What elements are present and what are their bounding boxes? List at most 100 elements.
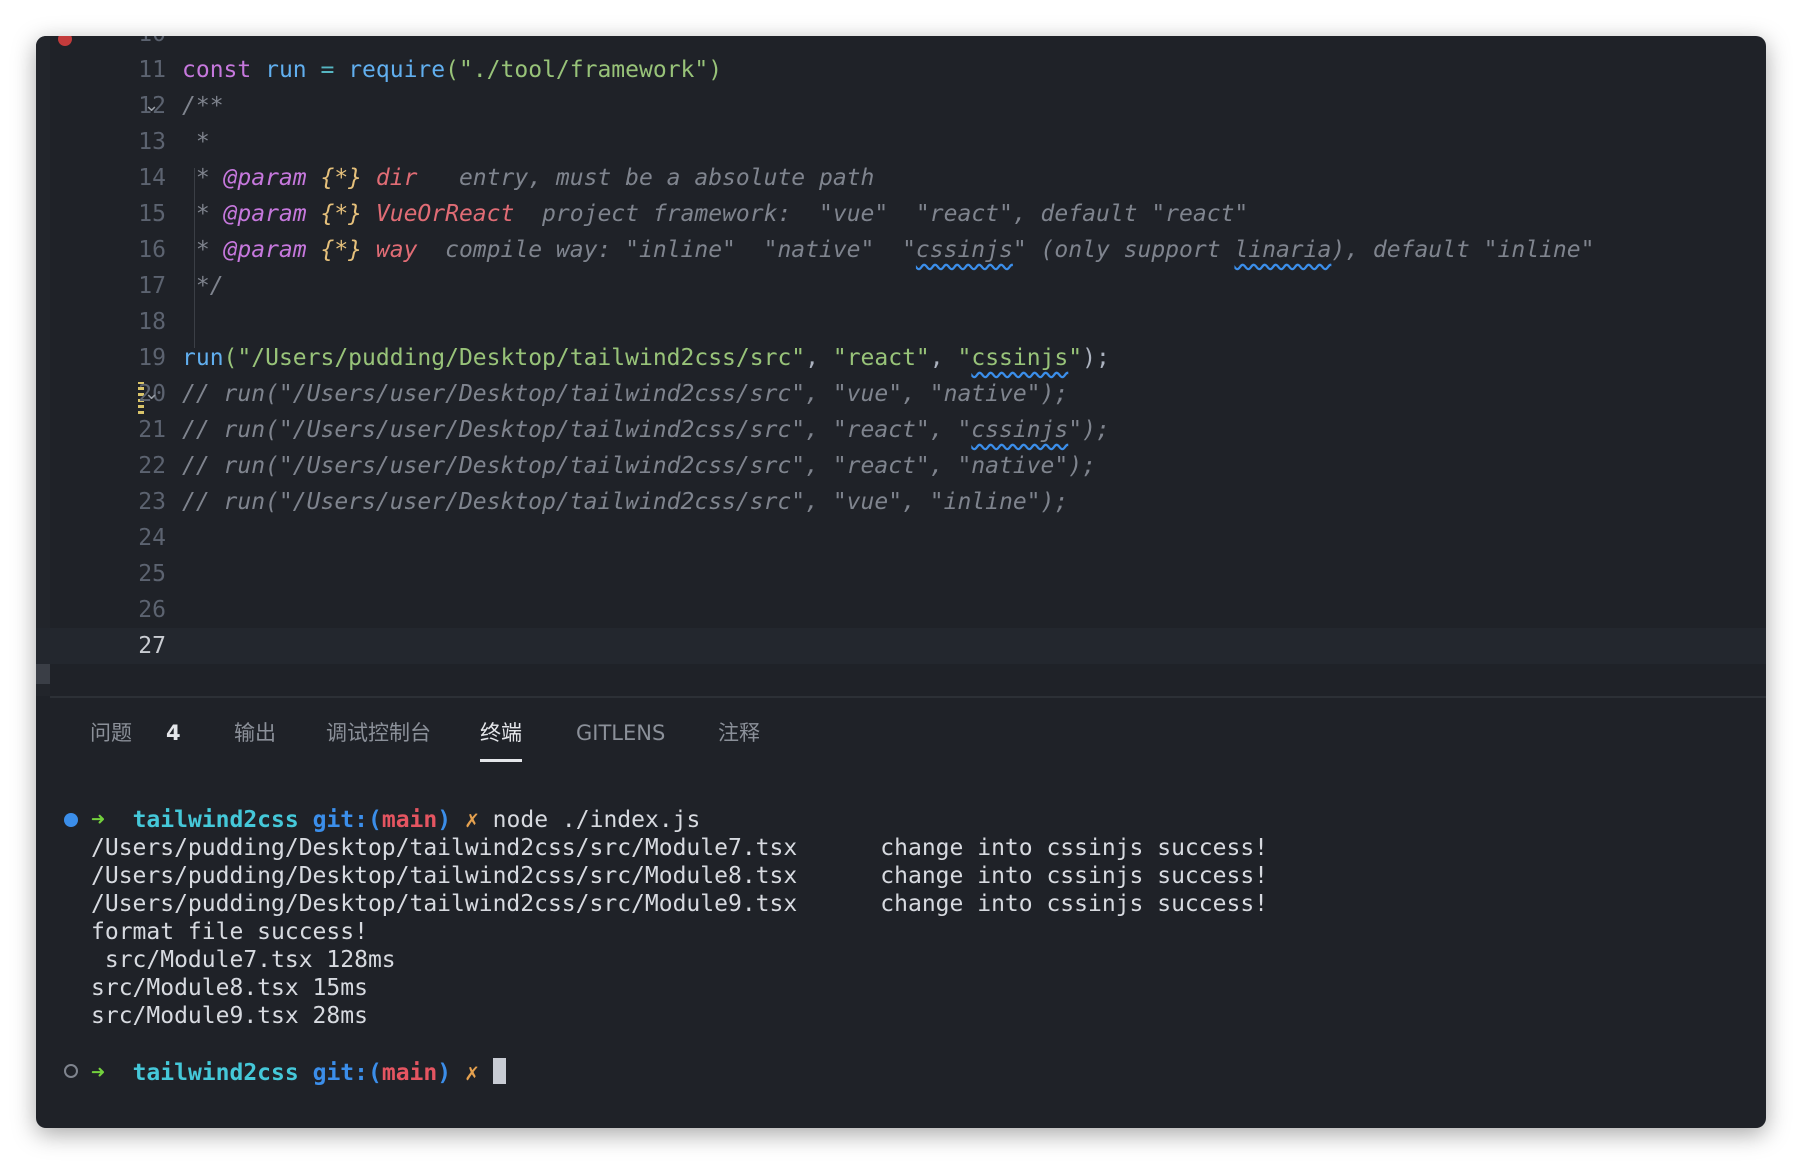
line-number: 25	[138, 561, 166, 587]
code-line[interactable]: 14 * @param {*} dir entry, must be a abs…	[36, 160, 1766, 196]
code-token: "	[1068, 345, 1083, 371]
code-token: compile way: "inline" "native" "	[417, 237, 916, 263]
line-number: 14	[138, 165, 166, 191]
terminal-output-line: src/Module9.tsx 28ms	[91, 1003, 368, 1029]
fold-chevron-icon[interactable]: ⌄	[144, 384, 159, 404]
code-token: way	[362, 237, 418, 263]
code-token: // run("/Users/user/Desktop/tailwind2css…	[182, 453, 1096, 479]
code-token: */	[182, 273, 224, 299]
code-token: project framework: "vue" "react", defaul…	[514, 201, 1249, 227]
code-token: require	[348, 57, 446, 83]
code-token: // run("/Users/user/Desktop/tailwind2css…	[182, 381, 1069, 407]
terminal-current-prompt[interactable]: ➜ tailwind2css git:(main) ✗	[91, 1058, 506, 1087]
line-number: 15	[138, 201, 166, 227]
tab-terminal[interactable]: 终端	[480, 698, 522, 768]
editor-area[interactable]: 1011const run = require("./tool/framewor…	[36, 36, 1766, 696]
line-number: 16	[138, 237, 166, 263]
code-text: run("/Users/pudding/Desktop/tailwind2css…	[182, 340, 1110, 376]
code-token: @param	[223, 201, 307, 227]
line-number: 23	[138, 489, 166, 515]
code-text: * @param {*} dir entry, must be a absolu…	[182, 160, 875, 196]
code-line[interactable]: 19 run("/Users/pudding/Desktop/tailwind2c…	[36, 340, 1766, 376]
code-line[interactable]: 12 ⌄/**	[36, 88, 1766, 124]
code-token: @param	[223, 165, 307, 191]
code-line[interactable]: 23 // run("/Users/user/Desktop/tailwind2c…	[36, 484, 1766, 520]
terminal-command: node ./index.js	[492, 807, 701, 833]
prompt-dir: tailwind2css	[132, 1060, 299, 1086]
code-token: cssinjs	[971, 417, 1069, 443]
line-number: 22	[138, 453, 166, 479]
terminal-prompt-line: ➜ tailwind2css git:(main) ✗ node ./index…	[91, 806, 700, 834]
code-token: cssinjs	[971, 345, 1069, 371]
code-token: ");	[1068, 417, 1110, 443]
tab-problems-label: 问题	[90, 721, 132, 745]
code-token: /**	[182, 93, 224, 119]
code-line[interactable]: 27	[36, 628, 1766, 664]
prompt-dirty-icon: ✗	[464, 1060, 479, 1086]
code-text: // run("/Users/user/Desktop/tailwind2css…	[182, 484, 1068, 520]
prompt-branch: main	[381, 1060, 438, 1086]
panel-tabs: 问题 4 输出 调试控制台 终端 GITLENS 注释	[36, 698, 1766, 768]
prompt-git-suffix: )	[437, 1060, 452, 1086]
code-token: (	[223, 345, 238, 371]
prompt-dir: tailwind2css	[132, 807, 299, 833]
line-number: 13	[138, 129, 166, 155]
code-token: )	[708, 57, 723, 83]
line-number: 27	[138, 633, 166, 659]
line-number: 10	[86, 36, 166, 52]
code-line[interactable]: 20 ⌄// run("/Users/user/Desktop/tailwind2…	[36, 376, 1766, 412]
code-token: run	[182, 345, 224, 371]
code-line[interactable]: 26	[36, 592, 1766, 628]
code-line[interactable]: 17 */	[36, 268, 1766, 304]
code-token: VueOrReact	[362, 201, 515, 227]
tab-problems[interactable]: 问题	[90, 698, 132, 768]
prompt-branch: main	[381, 807, 438, 833]
tab-output[interactable]: 输出	[234, 698, 276, 768]
prompt-arrow-icon: ➜	[91, 807, 105, 833]
code-token: // run("/Users/user/Desktop/tailwind2css…	[182, 417, 972, 443]
code-line[interactable]: 25	[36, 556, 1766, 592]
line-number: 17	[138, 273, 166, 299]
prompt-git-suffix: )	[437, 807, 452, 833]
code-line[interactable]: 24	[36, 520, 1766, 556]
code-token: cssinjs	[915, 237, 1013, 263]
code-text: // run("/Users/user/Desktop/tailwind2css…	[182, 448, 1096, 484]
code-line[interactable]: 21 // run("/Users/user/Desktop/tailwind2c…	[36, 412, 1766, 448]
tab-gitlens[interactable]: GITLENS	[576, 698, 665, 768]
code-line[interactable]: 18	[36, 304, 1766, 340]
code-line[interactable]: 22 // run("/Users/user/Desktop/tailwind2c…	[36, 448, 1766, 484]
code-token: " (only support	[1012, 237, 1235, 263]
active-tab-underline	[480, 759, 522, 762]
line-number: 24	[138, 525, 166, 551]
tab-comments[interactable]: 注释	[718, 698, 760, 768]
code-text: // run("/Users/user/Desktop/tailwind2css…	[182, 412, 1110, 448]
code-line[interactable]: 13 *	[36, 124, 1766, 160]
tab-debug-console-label: 调试控制台	[326, 721, 431, 745]
code-token: @param	[223, 237, 307, 263]
code-line[interactable]: 16 * @param {*} way compile way: "inline…	[36, 232, 1766, 268]
tab-terminal-label: 终端	[480, 721, 522, 745]
line-number: 19	[138, 345, 166, 371]
code-editor-window: 1011const run = require("./tool/framewor…	[36, 36, 1766, 1128]
line-number: 21	[138, 417, 166, 443]
code-token: *	[182, 201, 224, 227]
code-token: "	[957, 345, 972, 371]
terminal-output-line: /Users/pudding/Desktop/tailwind2css/src/…	[91, 863, 1269, 889]
code-token: ,	[805, 345, 833, 371]
tab-debug-console[interactable]: 调试控制台	[326, 698, 431, 768]
code-token: *	[182, 165, 224, 191]
terminal[interactable]: ➜ tailwind2css git:(main) ✗ node ./index…	[36, 776, 1766, 1128]
code-text: * @param {*} VueOrReact project framewor…	[182, 196, 1248, 232]
code-line[interactable]: 10	[36, 36, 1766, 52]
code-text: */	[182, 268, 224, 304]
terminal-output-line: format file success!	[91, 919, 368, 945]
terminal-output-line: /Users/pudding/Desktop/tailwind2css/src/…	[91, 835, 1269, 861]
prompt-git-prefix: git:(	[312, 807, 382, 833]
tab-gitlens-label: GITLENS	[576, 721, 666, 745]
code-token: ), default "inline"	[1331, 237, 1595, 263]
code-line[interactable]: 15 * @param {*} VueOrReact project frame…	[36, 196, 1766, 232]
code-token: {*}	[306, 201, 363, 227]
code-line[interactable]: 11 const run = require("./tool/framework"…	[36, 52, 1766, 88]
fold-chevron-icon[interactable]: ⌄	[144, 96, 159, 116]
code-token: // run("/Users/user/Desktop/tailwind2css…	[182, 489, 1069, 515]
